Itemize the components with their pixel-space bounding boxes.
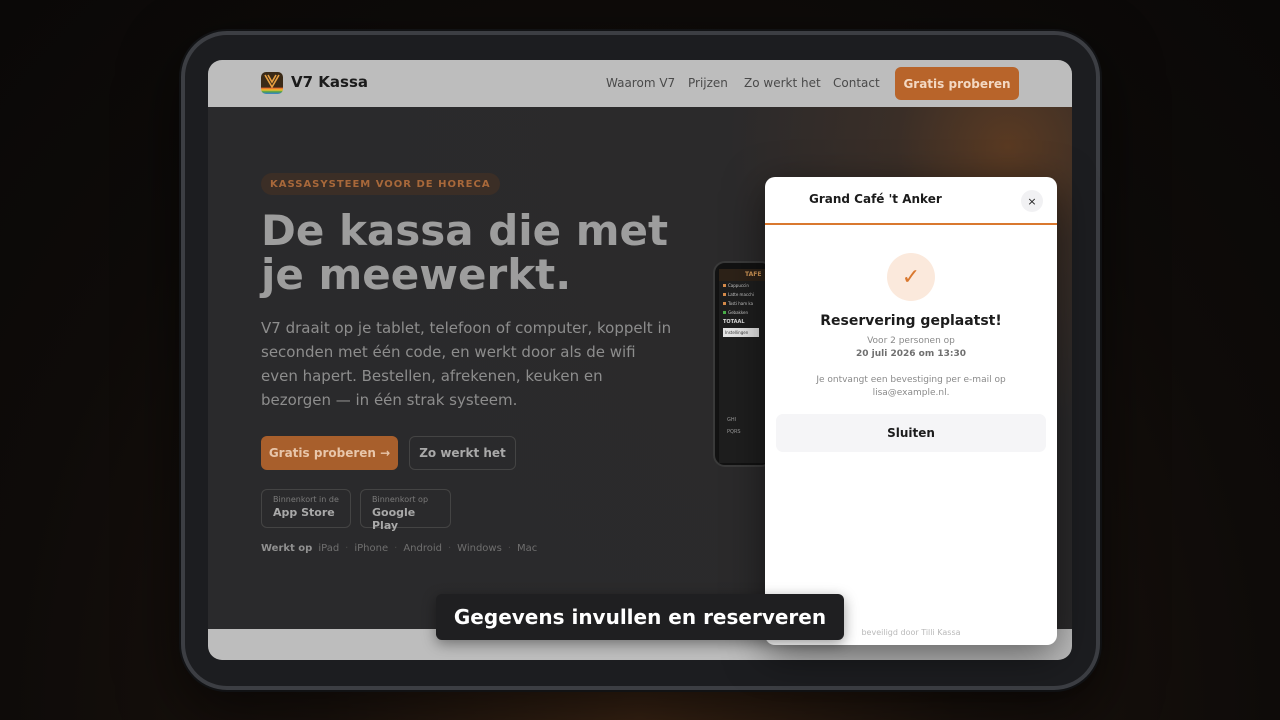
nav-link-waarom[interactable]: Waarom V7 [606,76,675,90]
google-play-big: Google Play [372,506,416,532]
brand-name[interactable]: V7 Kassa [291,73,368,91]
nav-link-prijzen[interactable]: Prijzen [688,76,728,90]
hero-primary-button[interactable]: Gratis proberen → [261,436,398,470]
platform-item: Mac [517,543,538,554]
platform-item: iPhone [354,543,389,554]
phone-keypad: GHI PQRS [727,414,741,438]
google-play-small: Binnenkort op [372,495,429,504]
confirmation-email-note: Je ontvangt een bevestiging per e-mail o… [816,375,1006,398]
nav-cta-button[interactable]: Gratis proberen [895,67,1019,100]
navbar: V7 Kassa Waarom V7 Prijzen Zo werkt het … [208,60,1072,107]
hero-secondary-button[interactable]: Zo werkt het [409,436,516,470]
caption-overlay: Gegevens invullen en reserveren [436,594,844,640]
separator-dot: · [394,543,398,554]
phone-key: PQRS [727,429,741,435]
phone-settings-button: Instellingen [723,328,759,337]
platform-item: Windows [457,543,502,554]
hero-lead: V7 draait op je tablet, telefoon of comp… [261,319,672,409]
hero-title-line1: De kassa die met [261,206,669,255]
close-icon[interactable]: × [1021,190,1043,212]
platform-item: iPad [318,543,340,554]
phone-key: GHI [727,417,737,423]
modal-close-button[interactable]: Sluiten [776,414,1046,452]
separator-dot: · [345,543,349,554]
app-store-small: Binnenkort in de [273,495,339,504]
confirmation-sub: Voor 2 personen op [867,336,955,346]
confirmation-heading: Reservering geplaatst! [820,313,1002,329]
hero-title-line2: je meewerkt. [261,250,572,299]
confirmation-date: 20 juli 2026 om 13:30 [856,349,966,359]
app-store-big: App Store [273,506,335,519]
brand-logo-icon[interactable] [261,72,283,94]
modal-header: Grand Café 't Anker × [765,177,1057,225]
modal-title: Grand Café 't Anker [809,192,942,206]
platform-list: Werkt op iPad · iPhone · Android · Windo… [261,543,543,554]
separator-dot: · [507,543,511,554]
separator-dot: · [447,543,452,554]
google-play-badge[interactable]: Binnenkort op Google Play [360,489,451,532]
nav-link-contact[interactable]: Contact [833,76,880,90]
check-icon: ✓ [887,253,935,301]
app-store-badge[interactable]: Binnenkort in de App Store [261,489,351,528]
hero-title: De kassa die met je meewerkt. [261,209,691,297]
hero-eyebrow-badge: KASSASYSTEEM VOOR DE HORECA [261,173,500,195]
nav-link-zo-werkt-het[interactable]: Zo werkt het [744,76,821,90]
platform-label: Werkt op [261,543,313,554]
phone-mockup: TAFE Cappuccin Latte macchi Tosti ham ka… [713,261,773,467]
platform-item: Android [403,543,442,554]
reservation-modal: Grand Café 't Anker × ✓ Reservering gepl… [765,177,1057,645]
